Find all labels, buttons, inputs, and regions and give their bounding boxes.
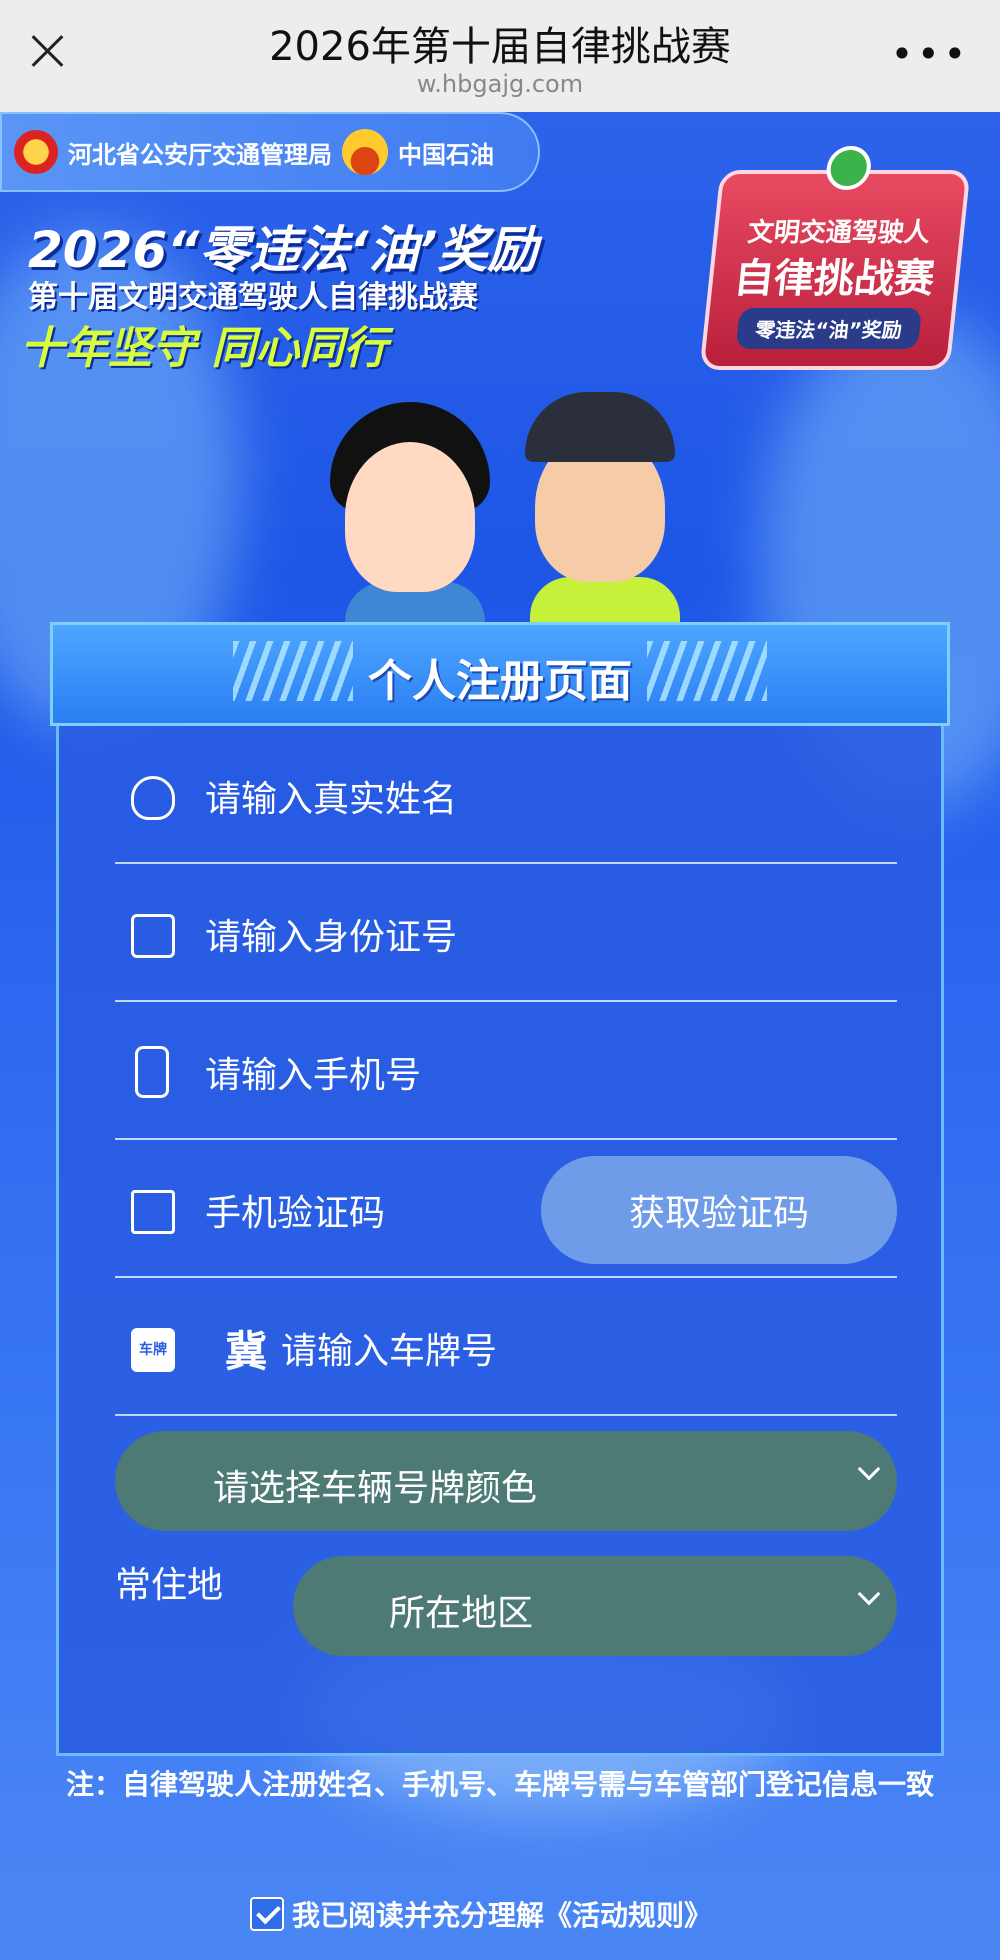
chevron-down-icon [857, 1457, 881, 1481]
chevron-down-icon [857, 1582, 881, 1606]
more-menu-icon[interactable]: ••• [891, 32, 970, 76]
plate-color-select-label: 请选择车辆号牌颜色 [213, 1468, 538, 1509]
registration-note: 注：自律驾驶人注册姓名、手机号、车牌号需与车管部门登记信息一致 [65, 1768, 934, 1801]
registration-page: 河北省公安厅交通管理局 中国石油 2026“零违法‘油’奖励 第十届文明交通驾驶… [0, 112, 1000, 1960]
badge-logo-icon [824, 146, 874, 190]
name-input[interactable]: 请输入真实姓名 [205, 770, 457, 822]
code-input[interactable]: 手机验证码 [205, 1184, 385, 1236]
challenge-badge: 文明交通驾驶人 自律挑战赛 零违法“油”奖励 [699, 146, 971, 370]
page-url: w.hbgajg.com [416, 70, 584, 98]
petrochina-logo-icon [342, 129, 388, 175]
police-emblem-icon [14, 130, 58, 174]
badge-line1: 文明交通驾驶人 [746, 218, 932, 248]
org2-label: 中国石油 [398, 140, 494, 169]
plate-province[interactable]: 冀 [225, 1318, 267, 1379]
get-code-button[interactable]: 获取验证码 [541, 1156, 897, 1264]
id-field[interactable]: 请输入身份证号 [115, 864, 897, 1002]
form-title: 个人注册页面 [368, 656, 632, 707]
phone-input[interactable]: 请输入手机号 [205, 1046, 421, 1098]
form-body: 请输入真实姓名 请输入身份证号 请输入手机号 手机验证码 获取验证码 车牌 冀 … [56, 726, 944, 1756]
agreement[interactable]: 我已阅读并充分理解《活动规则》 [250, 1894, 712, 1934]
code-field[interactable]: 手机验证码 获取验证码 [115, 1140, 897, 1278]
plate-field[interactable]: 车牌 冀 请输入车牌号 [115, 1278, 897, 1416]
region-select[interactable]: 所在地区 [293, 1556, 897, 1656]
name-field[interactable]: 请输入真实姓名 [115, 726, 897, 864]
phone-icon [135, 1046, 169, 1098]
id-input[interactable]: 请输入身份证号 [205, 908, 457, 960]
badge-line3: 零违法“油”奖励 [735, 308, 923, 349]
banner-subtitle: 第十届文明交通驾驶人自律挑战赛 [28, 280, 478, 315]
form-header: 个人注册页面 [50, 622, 950, 726]
message-icon [131, 1190, 175, 1234]
residence-label: 常住地 [115, 1565, 224, 1606]
agreement-label[interactable]: 我已阅读并充分理解《活动规则》 [292, 1894, 712, 1934]
browser-top-bar: 2026年第十届自律挑战赛 w.hbgajg.com ••• [0, 0, 1000, 112]
badge-line2: 自律挑战赛 [731, 256, 937, 302]
sponsor-logos: 河北省公安厅交通管理局 中国石油 [0, 112, 540, 192]
plate-input[interactable]: 请输入车牌号 [281, 1322, 497, 1374]
person-icon [131, 776, 175, 820]
registration-form: 个人注册页面 请输入真实姓名 请输入身份证号 请输入手机号 手机验证码 获取验证… [50, 622, 950, 1822]
region-select-label: 所在地区 [389, 1593, 534, 1634]
id-card-icon [131, 914, 175, 958]
plate-color-select[interactable]: 请选择车辆号牌颜色 [115, 1431, 897, 1531]
page-title: 2026年第十届自律挑战赛 [269, 24, 731, 70]
phone-field[interactable]: 请输入手机号 [115, 1002, 897, 1140]
banner-slogan: 十年坚守 同心同行 [20, 323, 388, 374]
org1-label: 河北省公安厅交通管理局 [68, 140, 332, 169]
police-mascot-cap [525, 392, 675, 462]
girl-mascot-face [345, 442, 475, 592]
agreement-checkbox[interactable] [250, 1897, 284, 1931]
license-plate-icon: 车牌 [131, 1328, 175, 1372]
